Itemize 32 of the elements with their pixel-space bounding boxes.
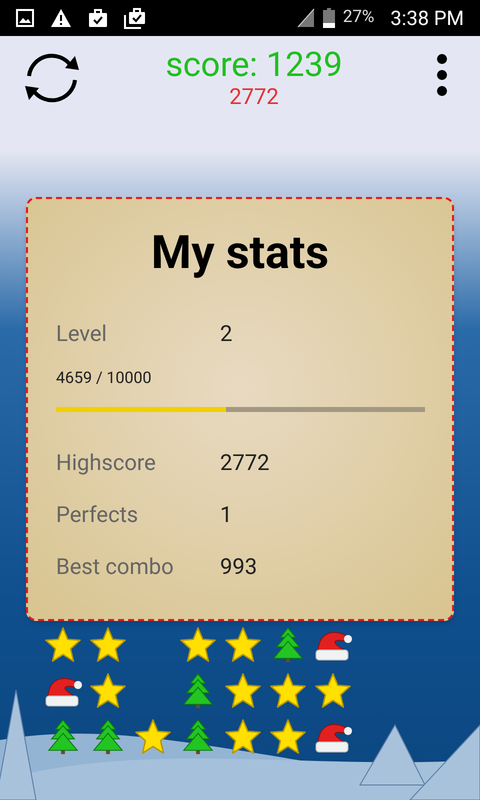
score-text: score: 1239 [165,45,343,85]
level-label: Level [56,320,108,348]
menu-icon [436,53,448,97]
star-icon[interactable] [88,626,126,664]
no-sim-icon [296,8,315,28]
briefcase-check-icon [124,7,146,29]
briefcase-check-icon [88,8,108,28]
star-icon[interactable] [134,718,172,756]
battery-percent: 27% [342,6,374,30]
star-icon[interactable] [268,672,306,710]
stat-value: 1 [220,502,232,530]
star-icon[interactable] [44,626,82,664]
stat-value: 2772 [220,450,270,478]
stat-label: Perfects [56,502,140,530]
stat-value: 993 [220,554,258,582]
star-icon[interactable] [178,626,216,664]
best-score-text: 2772 [229,85,279,111]
stats-title: My stats [151,225,329,281]
star-icon[interactable] [224,672,262,710]
level-value: 2 [220,320,232,348]
star-icon[interactable] [314,672,352,710]
star-icon[interactable] [224,626,262,664]
star-icon[interactable] [268,718,306,756]
star-icon[interactable] [224,718,262,756]
stat-label: Highscore [56,450,157,478]
image-icon [16,9,34,27]
stat-label: Best combo [56,554,175,582]
warning-icon [50,8,72,28]
star-icon[interactable] [88,672,126,710]
progress-text: 4659 / 10000 [56,367,152,389]
battery-icon [322,8,335,28]
clock-time: 3:38 PM [390,5,464,32]
